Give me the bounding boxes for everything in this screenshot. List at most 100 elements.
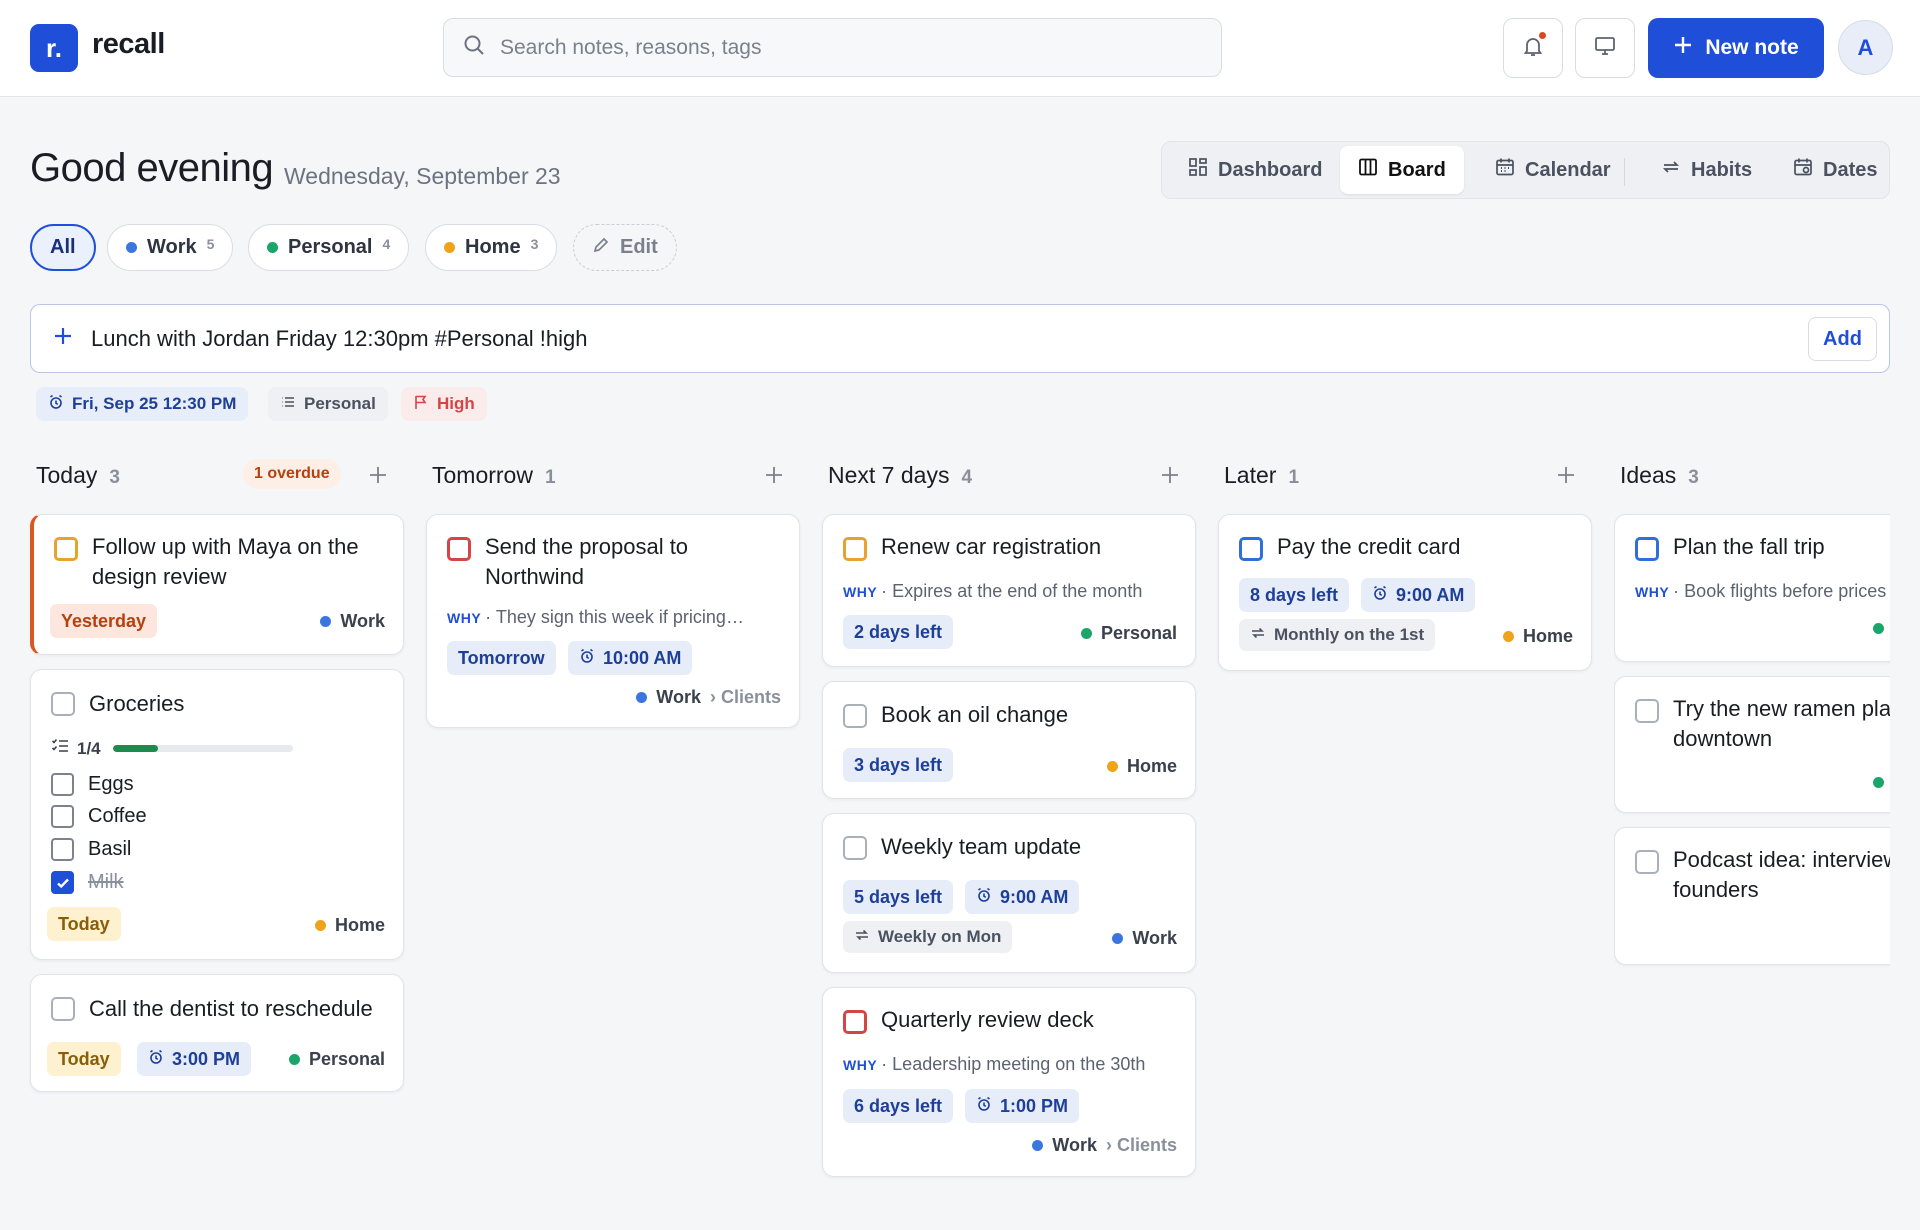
task-checkbox[interactable]: [843, 704, 867, 728]
add-to-tomorrow-button[interactable]: [759, 462, 789, 492]
repeat-icon: [1661, 157, 1681, 183]
add-to-later-button[interactable]: [1551, 462, 1581, 492]
subcategory-text: › Clients: [1105, 1135, 1177, 1155]
monitor-icon: [1593, 34, 1617, 63]
column-count: 3: [109, 467, 120, 488]
why-label: WHY: [447, 610, 482, 626]
list-icon: [280, 394, 296, 415]
due-badge: Yesterday: [50, 604, 158, 638]
task-checkbox[interactable]: [51, 997, 75, 1021]
column-count: 1: [544, 467, 556, 488]
repeat-icon: [1250, 625, 1266, 646]
parsed-date-label: Fri, Sep 25 12:30 PM: [72, 394, 237, 413]
task-checkbox[interactable]: [1635, 537, 1659, 561]
work-dot: [320, 616, 332, 627]
due-badge: 3 days left: [843, 748, 954, 782]
tab-calendar[interactable]: Calendar: [1477, 146, 1629, 194]
filter-work[interactable]: Work 5: [107, 224, 234, 271]
task-card[interactable]: Groceries 1/4 Eggs Coffee Basil Milk Tod…: [30, 669, 404, 960]
task-card[interactable]: Quarterly review deck WHY · Leadership me…: [822, 987, 1196, 1177]
parsed-date-chip: Fri, Sep 25 12:30 PM: [36, 387, 249, 421]
task-checkbox[interactable]: [843, 537, 867, 561]
subtask-item[interactable]: Coffee: [51, 805, 147, 828]
task-card[interactable]: Send the proposal to Northwind WHY · They…: [426, 514, 800, 728]
category-text: Home: [1126, 756, 1177, 776]
search-input[interactable]: [500, 35, 1200, 60]
view-switcher: Dashboard Board Calendar Habits Dates: [1161, 141, 1890, 199]
column-next7-header: Next 7 days 4: [828, 462, 972, 489]
task-checkbox[interactable]: [1635, 850, 1659, 874]
flag-icon: [413, 394, 429, 415]
task-checkbox[interactable]: [54, 537, 78, 561]
task-card[interactable]: Pay the credit card 8 days left 9:00 AM …: [1218, 514, 1592, 671]
task-checkbox[interactable]: [447, 537, 471, 561]
why-label: WHY: [843, 584, 878, 600]
parsed-category-chip: Personal: [268, 387, 388, 421]
task-title: Weekly team update: [881, 834, 1082, 859]
subtask-checkbox[interactable]: [51, 805, 74, 828]
avatar[interactable]: A: [1838, 20, 1893, 75]
subtask-checkbox[interactable]: [51, 871, 74, 894]
add-to-today-button[interactable]: [363, 462, 393, 492]
display-button[interactable]: [1575, 18, 1635, 78]
progress-text: 1/4: [77, 738, 101, 758]
filter-edit-label: Edit: [620, 236, 658, 258]
alarm-icon: [976, 1096, 992, 1117]
add-button[interactable]: Add: [1808, 317, 1877, 361]
tab-dashboard[interactable]: Dashboard: [1170, 146, 1340, 194]
repeat-icon: [854, 927, 870, 948]
task-card[interactable]: Try the new ramen place downtown: [1614, 676, 1890, 813]
tab-calendar-label: Calendar: [1525, 158, 1611, 181]
column-today-header: Today 3: [36, 462, 120, 489]
quick-add-input[interactable]: [91, 325, 1691, 352]
plus-icon: [1673, 35, 1693, 61]
task-card[interactable]: Call the dentist to reschedule Today 3:0…: [30, 974, 404, 1092]
task-title: Quarterly review deck: [881, 1007, 1094, 1032]
task-card[interactable]: Book an oil change 3 days left Home: [822, 681, 1196, 799]
quick-add-bar[interactable]: Add: [30, 304, 1890, 373]
alarm-icon: [976, 887, 992, 908]
task-card[interactable]: Renew car registration WHY · Expires at t…: [822, 514, 1196, 667]
search-box[interactable]: [443, 18, 1222, 77]
home-dot: [314, 920, 326, 931]
task-checkbox[interactable]: [51, 692, 75, 716]
new-note-button[interactable]: New note: [1648, 18, 1824, 78]
category-text: Home: [334, 915, 385, 935]
due-badge: Tomorrow: [447, 641, 556, 675]
due-label: 5 days left: [854, 886, 943, 907]
dates-icon: [1793, 157, 1813, 183]
subtask-checkbox[interactable]: [51, 773, 74, 796]
category-text: Work: [340, 611, 385, 631]
subtask-item[interactable]: Milk: [51, 871, 124, 894]
task-checkbox[interactable]: [843, 836, 867, 860]
filter-home[interactable]: Home 3: [425, 224, 558, 271]
task-checkbox[interactable]: [1635, 699, 1659, 723]
logo: r.: [30, 24, 78, 72]
task-card[interactable]: Plan the fall trip WHY · Book flights bef…: [1614, 514, 1890, 662]
task-checkbox[interactable]: [843, 1010, 867, 1034]
column-title: Tomorrow: [432, 462, 533, 488]
subtask-item[interactable]: Basil: [51, 838, 131, 861]
alarm-icon: [48, 394, 64, 415]
task-card[interactable]: Podcast idea: interview local founders: [1614, 827, 1890, 965]
tab-habits[interactable]: Habits: [1643, 146, 1770, 194]
task-card[interactable]: Follow up with Maya on the design review…: [30, 514, 404, 655]
task-card[interactable]: Weekly team update 5 days left 9:00 AM W…: [822, 813, 1196, 973]
add-to-next7-button[interactable]: [1155, 462, 1185, 492]
tab-board[interactable]: Board: [1340, 146, 1464, 194]
filter-personal[interactable]: Personal 4: [248, 224, 410, 271]
why-label: WHY: [1635, 584, 1670, 600]
due-badge: 8 days left: [1239, 578, 1350, 612]
home-dot: [444, 242, 455, 253]
filter-edit-button[interactable]: Edit: [573, 224, 677, 271]
filter-all[interactable]: All: [30, 224, 96, 271]
subtask-item[interactable]: Eggs: [51, 773, 134, 796]
notifications-button[interactable]: [1503, 18, 1563, 78]
task-checkbox[interactable]: [1239, 537, 1263, 561]
column-count: 1: [1288, 467, 1300, 488]
time-badge: 1:00 PM: [965, 1089, 1080, 1123]
tab-dates[interactable]: Dates: [1775, 146, 1895, 194]
filter-work-label: Work: [147, 236, 197, 258]
column-tomorrow-header: Tomorrow 1: [432, 462, 556, 489]
subtask-checkbox[interactable]: [51, 838, 74, 861]
